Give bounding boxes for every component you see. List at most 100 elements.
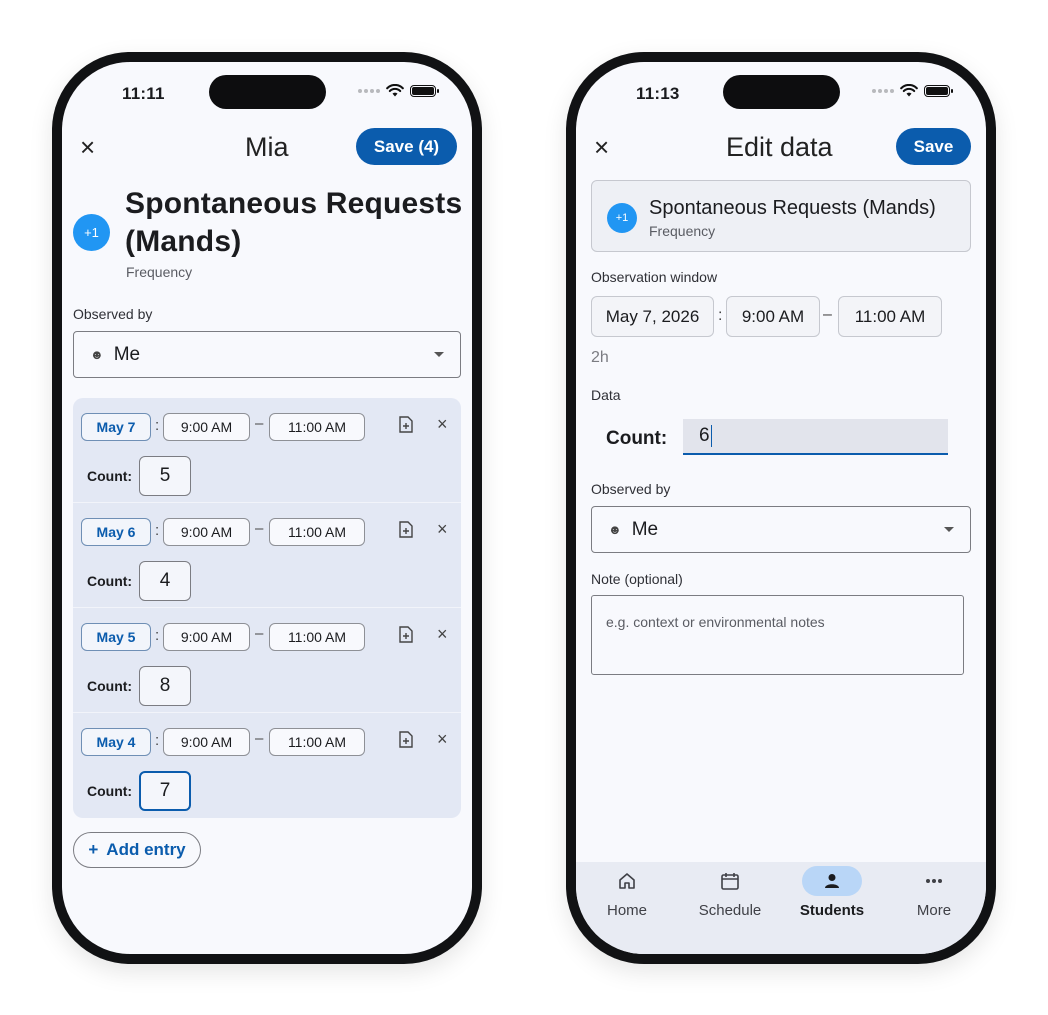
count-label: Count: <box>87 573 133 589</box>
goal-type: Frequency <box>649 223 716 239</box>
battery-icon <box>410 84 439 97</box>
nav-item-schedule[interactable]: Schedule <box>679 862 781 954</box>
entry-end-time[interactable]: 11:00 AM <box>269 623 365 651</box>
observation-window-label: Observation window <box>591 269 718 285</box>
page-title: Mia <box>245 132 289 162</box>
person-icon <box>825 874 839 888</box>
entry-date-chip[interactable]: May 6 <box>81 518 151 546</box>
screen-right: 11:13 × Edit data Save +1 Spontaneous Re… <box>576 62 986 954</box>
add-entry-button[interactable]: + Add entry <box>73 832 201 868</box>
nav-item-home[interactable]: Home <box>576 862 678 954</box>
count-input[interactable]: 7 <box>139 771 191 811</box>
date-chip[interactable]: May 7, 2026 <box>591 296 714 337</box>
remove-entry-icon[interactable]: × <box>437 729 448 750</box>
goal-title-line1: Spontaneous Requests <box>125 187 463 220</box>
remove-entry-icon[interactable]: × <box>437 624 448 645</box>
nav-item-more[interactable]: More <box>883 862 985 954</box>
dynamic-island <box>723 75 840 109</box>
close-icon[interactable]: × <box>594 134 609 160</box>
separator: : <box>155 627 160 644</box>
separator: – <box>823 306 832 323</box>
home-icon <box>619 873 635 889</box>
calendar-icon <box>721 873 739 890</box>
more-icon <box>926 879 942 883</box>
signal-icon <box>358 88 380 93</box>
add-note-icon[interactable] <box>399 521 413 538</box>
count-label: Count: <box>87 783 133 799</box>
note-textarea[interactable]: e.g. context or environmental notes <box>591 595 964 675</box>
count-input[interactable]: 5 <box>139 456 191 496</box>
goal-title: Spontaneous Requests (Mands) <box>125 185 462 261</box>
observed-by-label: Observed by <box>73 306 153 322</box>
dynamic-island <box>209 75 326 109</box>
nav-label-home: Home <box>606 902 647 919</box>
count-label: Count: <box>87 678 133 694</box>
entry-end-time[interactable]: 11:00 AM <box>269 518 365 546</box>
goal-card: +1 Spontaneous Requests (Mands) Frequenc… <box>591 180 971 252</box>
status-icons <box>872 84 953 97</box>
entry-start-time[interactable]: 9:00 AM <box>163 728 250 756</box>
save-button[interactable]: Save (4) <box>356 128 457 165</box>
entry-row: May 4 : 9:00 AM – 11:00 AM × Count: 7 <box>73 713 461 818</box>
status-icons <box>358 84 439 97</box>
close-icon[interactable]: × <box>80 134 95 160</box>
observed-by-select[interactable]: ☻ Me <box>73 331 461 378</box>
separator: – <box>255 415 264 432</box>
entry-list: May 7 : 9:00 AM – 11:00 AM × Count: 5 Ma… <box>73 398 461 818</box>
phone-right: 11:13 × Edit data Save +1 Spontaneous Re… <box>566 52 996 964</box>
status-time: 11:11 <box>122 84 165 103</box>
nav-item-students[interactable]: Students <box>781 862 883 954</box>
entry-start-time[interactable]: 9:00 AM <box>163 413 250 441</box>
bottom-nav: Home Schedule Students More <box>576 862 986 954</box>
count-input[interactable]: 4 <box>139 561 191 601</box>
data-label: Data <box>591 387 621 403</box>
screen-left: 11:11 × Mia Save (4) +1 Spontaneous Requ… <box>62 62 472 954</box>
entry-start-time[interactable]: 9:00 AM <box>163 623 250 651</box>
entry-row: May 6 : 9:00 AM – 11:00 AM × Count: 4 <box>73 503 461 608</box>
separator: – <box>255 730 264 747</box>
remove-entry-icon[interactable]: × <box>437 519 448 540</box>
separator: : <box>155 522 160 539</box>
entry-row: May 7 : 9:00 AM – 11:00 AM × Count: 5 <box>73 398 461 503</box>
start-time-chip[interactable]: 9:00 AM <box>726 296 820 337</box>
count-input[interactable]: 8 <box>139 666 191 706</box>
signal-icon <box>872 88 894 93</box>
text-cursor <box>710 425 713 447</box>
entry-end-time[interactable]: 11:00 AM <box>269 413 365 441</box>
observed-by-label: Observed by <box>591 481 671 497</box>
separator: : <box>155 732 160 749</box>
count-label: Count: <box>87 468 133 484</box>
count-label: Count: <box>606 428 668 449</box>
separator: : <box>718 307 723 324</box>
goal-badge: +1 <box>73 214 110 251</box>
note-label: Note (optional) <box>591 571 683 587</box>
goal-title-line2: (Mands) <box>125 225 242 258</box>
phone-left: 11:11 × Mia Save (4) +1 Spontaneous Requ… <box>52 52 482 964</box>
battery-icon <box>924 84 953 97</box>
goal-type: Frequency <box>126 264 193 280</box>
add-entry-label: Add entry <box>106 840 186 859</box>
save-button[interactable]: Save <box>896 128 971 165</box>
entry-date-chip[interactable]: May 5 <box>81 623 151 651</box>
nav-label-more: More <box>916 902 952 919</box>
entry-date-chip[interactable]: May 7 <box>81 413 151 441</box>
count-input[interactable]: 6 <box>683 419 948 455</box>
entry-end-time[interactable]: 11:00 AM <box>269 728 365 756</box>
nav-label-students: Students <box>799 902 865 919</box>
remove-entry-icon[interactable]: × <box>437 414 448 435</box>
add-note-icon[interactable] <box>399 626 413 643</box>
end-time-chip[interactable]: 11:00 AM <box>838 296 942 337</box>
entry-row: May 5 : 9:00 AM – 11:00 AM × Count: 8 <box>73 608 461 713</box>
person-icon: ☻ <box>608 522 622 537</box>
entry-start-time[interactable]: 9:00 AM <box>163 518 250 546</box>
person-icon: ☻ <box>90 347 104 362</box>
observed-by-select[interactable]: ☻ Me <box>591 506 971 553</box>
entry-date-chip[interactable]: May 4 <box>81 728 151 756</box>
dropdown-caret-icon <box>944 526 954 532</box>
add-note-icon[interactable] <box>399 416 413 433</box>
wifi-icon <box>900 84 918 97</box>
nav-label-schedule: Schedule <box>698 902 762 919</box>
wifi-icon <box>386 84 404 97</box>
dropdown-caret-icon <box>434 351 444 357</box>
add-note-icon[interactable] <box>399 731 413 748</box>
